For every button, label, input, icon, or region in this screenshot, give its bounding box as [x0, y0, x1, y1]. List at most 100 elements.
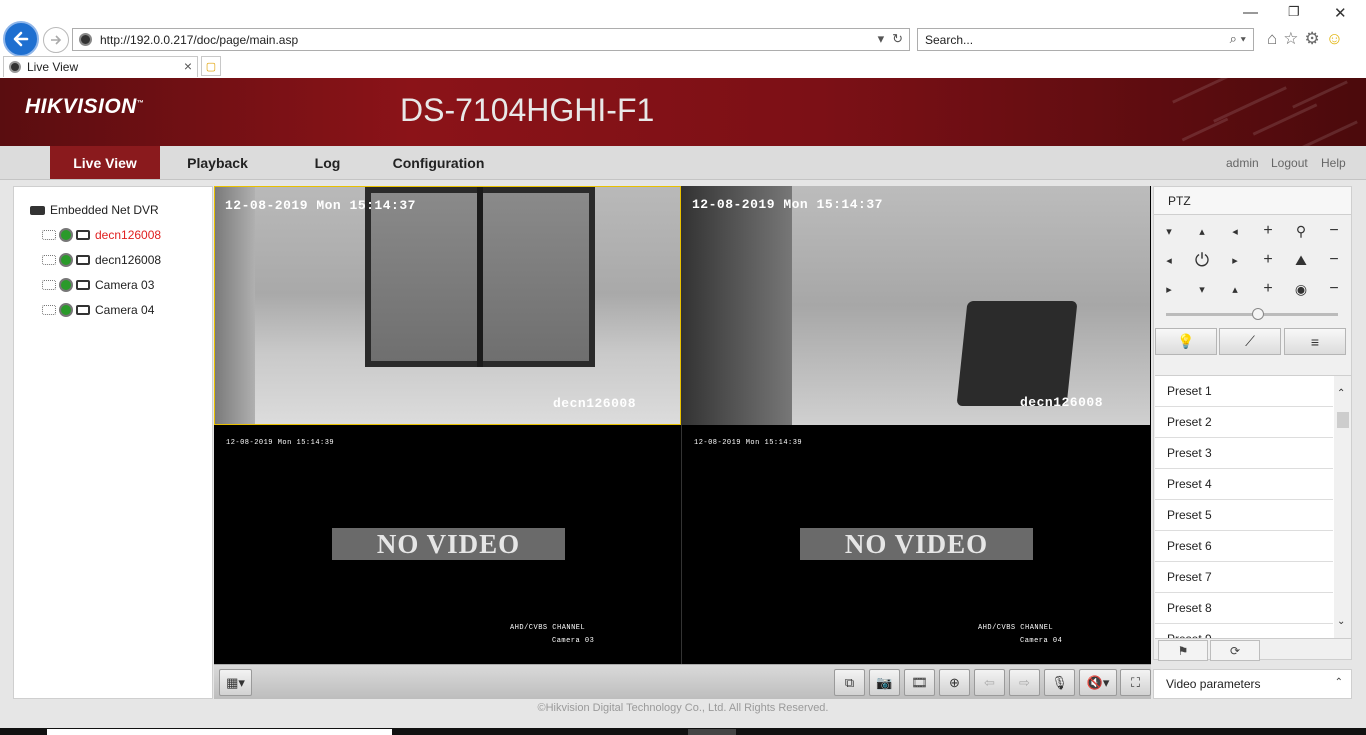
chevron-up-icon: ⌃ — [1334, 677, 1343, 688]
menu-lines-icon[interactable]: ≡ — [1284, 328, 1346, 355]
video-toolbar: ▦▾ ⧉ 📷 🎞 ⊕ ⇦ ⇨ 🎙 🔇▾ ⛶ — [214, 664, 1151, 699]
auto-scan-icon[interactable]: ⏻ — [1187, 247, 1217, 273]
preset-scrollbar[interactable]: ⌃ ⌄ — [1334, 376, 1351, 638]
play-icon[interactable] — [59, 278, 73, 292]
new-tab-button[interactable]: ▢ — [201, 56, 221, 76]
volume-button[interactable]: 🔇▾ — [1079, 669, 1117, 696]
home-icon[interactable]: ⌂ — [1267, 29, 1277, 49]
wiper-button[interactable]: ⟋ — [1219, 328, 1281, 355]
focus-icon[interactable]: ⛰ — [1286, 247, 1316, 273]
ptz-speed-slider[interactable] — [1166, 308, 1338, 320]
focus-far-button[interactable]: − — [1319, 247, 1349, 273]
search-box[interactable]: Search... ⌕ ▾ — [917, 28, 1254, 51]
light-button[interactable]: 💡 — [1155, 328, 1217, 355]
help-link[interactable]: Help — [1321, 146, 1346, 179]
channel-item[interactable]: Camera 03 — [42, 278, 154, 292]
logout-link[interactable]: Logout — [1271, 146, 1308, 179]
tab-preset[interactable]: ⚑ — [1158, 640, 1208, 661]
video-pane-1[interactable]: 12-08-2019 Mon 15:14:37 decn126008 — [214, 186, 681, 425]
play-icon[interactable] — [59, 228, 73, 242]
tab-patrol[interactable]: ⟳ — [1210, 640, 1260, 661]
preset-list: Preset 1 Preset 2 Preset 3 Preset 4 Pres… — [1155, 375, 1351, 638]
restore-button[interactable]: ❐ — [1288, 4, 1300, 20]
chevron-down-icon[interactable]: ⌄ — [1337, 616, 1345, 627]
fullscreen-button[interactable]: ⛶ — [1120, 669, 1151, 696]
microphone-button[interactable]: 🎙 — [1044, 669, 1075, 696]
channel-item[interactable]: decn126008 — [42, 253, 161, 267]
minimize-button[interactable]: — — [1243, 4, 1258, 21]
capture-button[interactable]: 📷 — [869, 669, 900, 696]
ptz-tabs: ⚑ ⟳ — [1155, 638, 1351, 661]
zoom-button[interactable]: ⊕ — [939, 669, 970, 696]
device-tree: Embedded Net DVR decn126008 decn126008 C… — [13, 186, 213, 699]
osd-timestamp: 12-08-2019 Mon 15:14:37 — [692, 197, 883, 212]
menu-playback[interactable]: Playback — [170, 146, 265, 179]
stop-all-button[interactable]: ⧉ — [834, 669, 865, 696]
record-button[interactable]: 🎞 — [904, 669, 935, 696]
tab-title: Live View — [27, 60, 79, 74]
search-icon[interactable]: ⌕ ▾ — [1230, 31, 1246, 47]
ptz-up-button[interactable]: ▴ — [1187, 218, 1217, 244]
iris-close-button[interactable]: − — [1319, 276, 1349, 302]
preset-item[interactable]: Preset 9 — [1155, 624, 1333, 638]
close-window-button[interactable]: ✕ — [1334, 4, 1347, 22]
preset-item[interactable]: Preset 2 — [1155, 407, 1333, 438]
preset-item[interactable]: Preset 8 — [1155, 593, 1333, 624]
zoom-out-button[interactable]: − — [1319, 218, 1349, 244]
zoom-in-button[interactable]: + — [1253, 218, 1283, 244]
ptz-right-button[interactable]: ▸ — [1220, 247, 1250, 273]
preset-item[interactable]: Preset 1 — [1155, 376, 1333, 407]
close-tab-icon[interactable]: × — [184, 58, 192, 74]
preset-item[interactable]: Preset 7 — [1155, 562, 1333, 593]
smiley-icon[interactable]: ☺ — [1326, 29, 1343, 49]
search-input[interactable]: Search... — [925, 33, 973, 47]
menu-log[interactable]: Log — [290, 146, 365, 179]
dropdown-icon[interactable]: ▾ — [878, 31, 885, 47]
window-layout-button[interactable]: ▦▾ — [219, 669, 252, 696]
tree-root[interactable]: Embedded Net DVR — [30, 203, 159, 217]
back-button[interactable] — [3, 21, 39, 57]
channel-item[interactable]: Camera 04 — [42, 303, 154, 317]
focus-near-button[interactable]: + — [1253, 247, 1283, 273]
iris-icon[interactable]: ◉ — [1286, 276, 1316, 302]
iris-open-button[interactable]: + — [1253, 276, 1283, 302]
star-icon[interactable]: ☆ — [1283, 29, 1298, 49]
prev-page-button[interactable]: ⇦ — [974, 669, 1005, 696]
tab-live-view[interactable]: Live View × — [3, 56, 198, 77]
preset-item[interactable]: Preset 5 — [1155, 500, 1333, 531]
menu-configuration[interactable]: Configuration — [385, 146, 492, 179]
video-pane-4[interactable]: 12-08-2019 Mon 15:14:39 NO VIDEO AHD/CVB… — [682, 426, 1150, 664]
forward-button[interactable] — [43, 27, 69, 53]
video-parameters-panel[interactable]: Video parameters ⌃ — [1153, 669, 1352, 699]
address-bar[interactable]: http://192.0.0.217/doc/page/main.asp ▾ ↻ — [72, 28, 910, 51]
play-icon[interactable] — [59, 303, 73, 317]
refresh-icon[interactable]: ↻ — [892, 31, 903, 47]
tree-line-icon — [42, 280, 56, 290]
ptz-down-left-button[interactable]: ▸ — [1154, 276, 1184, 302]
zoom-icon[interactable]: ⚲ — [1286, 218, 1316, 244]
tree-line-icon — [42, 255, 56, 265]
preset-item[interactable]: Preset 4 — [1155, 469, 1333, 500]
preset-item[interactable]: Preset 3 — [1155, 438, 1333, 469]
ptz-up-left-button[interactable]: ▾ — [1154, 218, 1184, 244]
gear-icon[interactable]: ⚙ — [1305, 29, 1320, 49]
video-pane-3[interactable]: 12-08-2019 Mon 15:14:39 NO VIDEO AHD/CVB… — [214, 426, 681, 664]
video-pane-2[interactable]: 12-08-2019 Mon 15:14:37 decn126008 — [682, 186, 1150, 425]
tree-line-icon — [42, 230, 56, 240]
chevron-up-icon[interactable]: ⌃ — [1337, 388, 1345, 399]
menu-live-view[interactable]: Live View — [50, 146, 160, 179]
ptz-down-button[interactable]: ▾ — [1187, 276, 1217, 302]
dvr-icon — [30, 205, 45, 215]
preset-item[interactable]: Preset 6 — [1155, 531, 1333, 562]
ptz-left-button[interactable]: ◂ — [1154, 247, 1184, 273]
channel-item[interactable]: decn126008 — [42, 228, 161, 242]
osd-label: decn126008 — [1020, 395, 1104, 410]
slider-knob[interactable] — [1252, 308, 1264, 320]
ptz-up-right-button[interactable]: ◂ — [1220, 218, 1250, 244]
ptz-down-right-button[interactable]: ▴ — [1220, 276, 1250, 302]
video-grid: 12-08-2019 Mon 15:14:37 decn126008 12-08… — [214, 186, 1151, 664]
scroll-thumb[interactable] — [1337, 412, 1349, 428]
user-name[interactable]: admin — [1226, 146, 1259, 179]
next-page-button[interactable]: ⇨ — [1009, 669, 1040, 696]
play-icon[interactable] — [59, 253, 73, 267]
